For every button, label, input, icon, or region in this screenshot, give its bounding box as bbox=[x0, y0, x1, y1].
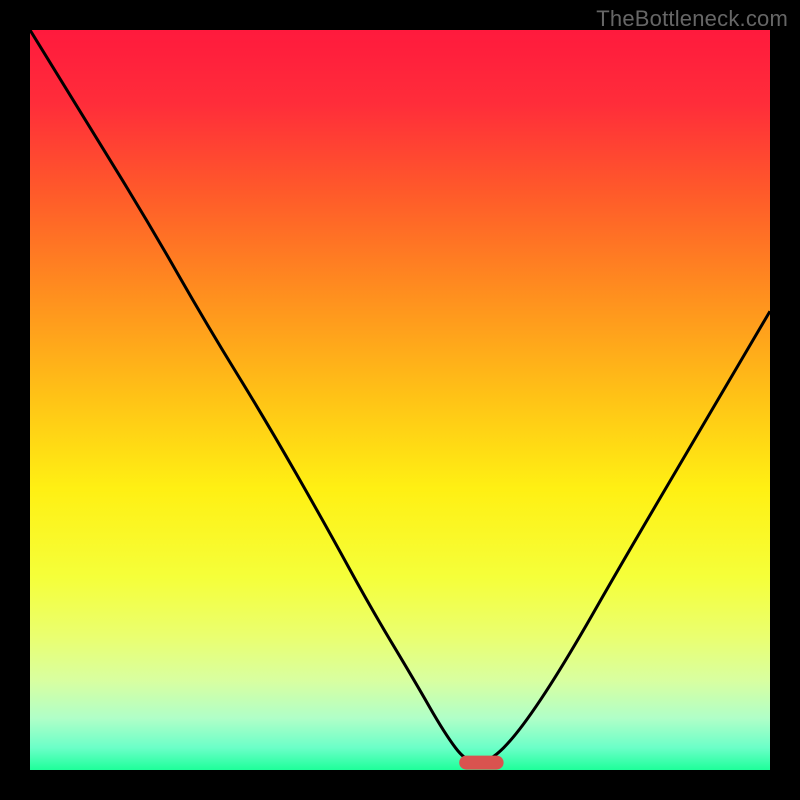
bottleneck-chart bbox=[30, 30, 770, 770]
watermark-text: TheBottleneck.com bbox=[596, 6, 788, 32]
optimal-marker bbox=[459, 756, 503, 770]
chart-frame: TheBottleneck.com bbox=[0, 0, 800, 800]
